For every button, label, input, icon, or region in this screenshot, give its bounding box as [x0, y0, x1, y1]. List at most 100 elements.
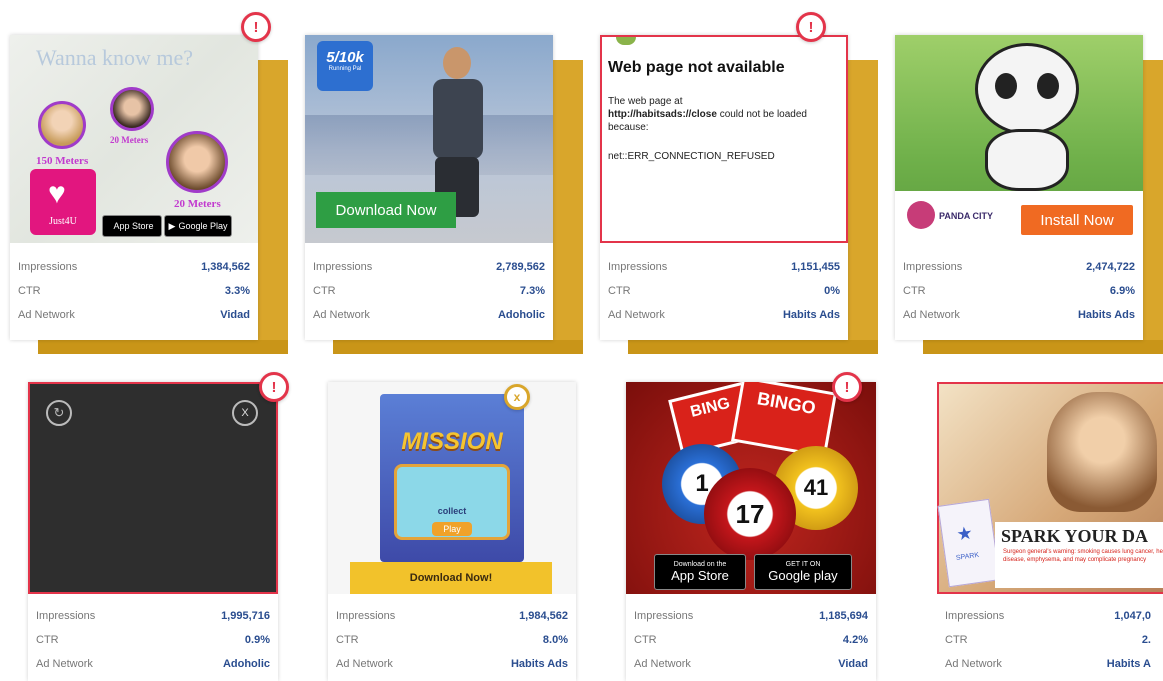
- cigarette-pack: ★ SPARK: [937, 498, 1001, 588]
- model-photo: [1047, 392, 1157, 512]
- app-store-badge[interactable]: App Store: [102, 215, 162, 237]
- error-body: The web page at http://habitsads://close…: [608, 96, 807, 133]
- install-now-button[interactable]: Install Now: [1021, 205, 1133, 235]
- heart-icon: ♥: [48, 177, 66, 210]
- impressions-value: 1,984,562: [519, 610, 568, 622]
- card-panel: 5/10k Running Pal Download Now Impressio…: [305, 35, 553, 340]
- ctr-value: 6.9%: [1109, 285, 1135, 297]
- stat-row-network: Ad Network Adoholic: [36, 658, 270, 670]
- ad-card-5[interactable]: ↻ X Impressions 1,995,716 CTR 0.9% Ad Netw…: [28, 372, 289, 681]
- ad-card-2[interactable]: 5/10k Running Pal Download Now Impressio…: [305, 35, 585, 355]
- ctr-value: 2.: [1141, 634, 1151, 646]
- app-store-badge[interactable]: Download on the App Store: [654, 554, 746, 590]
- network-value[interactable]: Vidad: [220, 309, 250, 321]
- close-icon[interactable]: X: [232, 400, 258, 426]
- stat-row-network: Ad Network Vidad: [634, 658, 868, 670]
- google-play-badge[interactable]: ▶ Google Play: [164, 215, 232, 237]
- stat-row-network: Ad Network Habits Ads: [903, 309, 1135, 321]
- download-now-button[interactable]: Download Now: [316, 192, 456, 228]
- card-panel: ★ SPARK SPARK YOUR DA Surgeon general's …: [937, 382, 1163, 681]
- card-depth-side: [1143, 60, 1163, 353]
- card-depth-bottom: [628, 340, 878, 354]
- refresh-icon[interactable]: ↻: [46, 400, 72, 426]
- network-value[interactable]: Habits Ads: [783, 309, 840, 321]
- ad-card-1[interactable]: Wanna know me? 150 Meters 20 Meters 20 M…: [10, 12, 290, 355]
- ctr-value: 8.0%: [542, 634, 568, 646]
- ad-card-4[interactable]: PANDA CITY Install Now Impressions 2,474,…: [895, 35, 1163, 355]
- ad-creative[interactable]: Web page not available The web page at h…: [600, 35, 848, 243]
- card-depth-bottom: [38, 340, 288, 354]
- stat-row-ctr: CTR 8.0%: [336, 634, 568, 646]
- impressions-value: 1,151,455: [791, 261, 840, 273]
- ad-creative[interactable]: PANDA CITY Install Now: [895, 35, 1143, 243]
- network-value[interactable]: Vidad: [838, 658, 868, 670]
- ctr-value: 7.3%: [519, 285, 545, 297]
- warning-icon[interactable]: !: [796, 12, 826, 42]
- ad-headline: SPARK YOUR DA: [1001, 526, 1148, 546]
- ad-card-8[interactable]: ★ SPARK SPARK YOUR DA Surgeon general's …: [937, 382, 1163, 681]
- surgeon-warning: Surgeon general's warning: smoking cause…: [1003, 549, 1163, 563]
- close-icon[interactable]: x: [504, 384, 530, 410]
- stats-table: Impressions 1,384,562 CTR 3.3% Ad Network V…: [10, 245, 258, 340]
- ad-creative[interactable]: Wanna know me? 150 Meters 20 Meters 20 M…: [10, 35, 258, 243]
- avatar-1: [38, 101, 86, 149]
- error-code: net::ERR_CONNECTION_REFUSED: [608, 151, 775, 162]
- stat-row-impressions: Impressions 1,047,0: [945, 610, 1151, 622]
- warning-icon[interactable]: !: [832, 372, 862, 402]
- brand-logo: [907, 201, 935, 229]
- google-play-badge[interactable]: GET IT ON Google play: [754, 554, 852, 590]
- impressions-value: 1,185,694: [819, 610, 868, 622]
- card-panel: Web page not available The web page at h…: [600, 35, 848, 340]
- network-value[interactable]: Habits A: [1107, 658, 1151, 670]
- avatar-3: [166, 131, 228, 193]
- play-store-icon: ▶: [168, 220, 176, 231]
- ad-card-3[interactable]: Web page not available The web page at h…: [600, 12, 880, 355]
- network-value[interactable]: Adoholic: [223, 658, 270, 670]
- ctr-value: 0.9%: [244, 634, 270, 646]
- stat-row-network: Ad Network Habits A: [945, 658, 1151, 670]
- stat-row-impressions: Impressions 1,995,716: [36, 610, 270, 622]
- game-subtitle: collect: [437, 506, 467, 516]
- card-depth-bottom: [333, 340, 583, 354]
- stats-table: Impressions 1,984,562 CTR 8.0% Ad Network H…: [328, 594, 576, 681]
- ad-headline: Wanna know me?: [36, 45, 194, 70]
- stats-table: Impressions 2,789,562 CTR 7.3% Ad Network A…: [305, 245, 553, 340]
- ad-creative[interactable]: ↻ X: [28, 382, 278, 594]
- card-panel: ↻ X Impressions 1,995,716 CTR 0.9% Ad Netw…: [28, 382, 278, 681]
- warning-icon[interactable]: !: [241, 12, 271, 42]
- ad-card-6[interactable]: MISSION collect Play Download Now! Impre…: [328, 382, 580, 681]
- impressions-value: 1,047,0: [1114, 610, 1151, 622]
- download-now-button[interactable]: Download Now!: [350, 562, 552, 594]
- stats-table: Impressions 1,185,694 CTR 4.2% Ad Network V…: [626, 594, 876, 681]
- stat-row-ctr: CTR 4.2%: [634, 634, 868, 646]
- avatar-2: [110, 87, 154, 131]
- ad-creative[interactable]: ★ SPARK SPARK YOUR DA Surgeon general's …: [937, 382, 1163, 594]
- play-button[interactable]: Play: [432, 522, 472, 536]
- ad-creative[interactable]: BING BINGO 1 41 17 Download on the App St…: [626, 382, 876, 594]
- stat-row-ctr: CTR 0%: [608, 285, 840, 297]
- card-depth-bottom: [923, 340, 1163, 354]
- network-value[interactable]: Adoholic: [498, 309, 545, 321]
- stat-row-impressions: Impressions 1,151,455: [608, 261, 840, 273]
- card-panel: BING BINGO 1 41 17 Download on the App St…: [626, 382, 876, 681]
- impressions-value: 1,995,716: [221, 610, 270, 622]
- ctr-value: 3.3%: [224, 285, 250, 297]
- impressions-value: 2,474,722: [1086, 261, 1135, 273]
- stat-row-network: Ad Network Habits Ads: [336, 658, 568, 670]
- stat-row-network: Ad Network Vidad: [18, 309, 250, 321]
- stat-row-ctr: CTR 7.3%: [313, 285, 545, 297]
- warning-icon[interactable]: !: [259, 372, 289, 402]
- ad-creative[interactable]: MISSION collect Play Download Now!: [328, 382, 576, 594]
- stat-row-impressions: Impressions 2,789,562: [313, 261, 545, 273]
- stat-row-network: Ad Network Adoholic: [313, 309, 545, 321]
- distance-label-3: 20 Meters: [174, 198, 221, 210]
- card-depth-side: [848, 60, 878, 353]
- stats-table: Impressions 2,474,722 CTR 6.9% Ad Network H…: [895, 245, 1143, 340]
- ad-creative[interactable]: 5/10k Running Pal Download Now: [305, 35, 553, 243]
- ad-card-7[interactable]: BING BINGO 1 41 17 Download on the App St…: [626, 372, 878, 681]
- error-title: Web page not available: [608, 59, 785, 76]
- network-value[interactable]: Habits Ads: [511, 658, 568, 670]
- stats-table: Impressions 1,995,716 CTR 0.9% Ad Network A…: [28, 594, 278, 681]
- app-icon[interactable]: ♥ Just4U: [30, 169, 96, 235]
- network-value[interactable]: Habits Ads: [1078, 309, 1135, 321]
